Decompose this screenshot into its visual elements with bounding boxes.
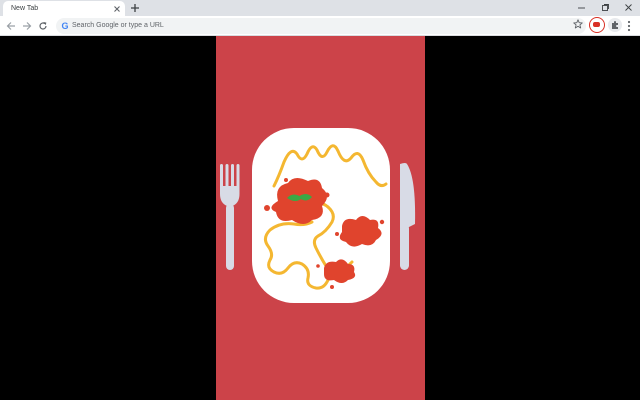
window-close-icon[interactable]: [624, 3, 633, 12]
google-icon: G: [61, 21, 69, 31]
spaghetti-panel: [216, 36, 425, 400]
close-icon[interactable]: [113, 5, 121, 13]
fork-icon: [220, 164, 240, 270]
more-vert-icon[interactable]: [627, 20, 631, 32]
tab-title: New Tab: [11, 5, 39, 12]
plus-icon[interactable]: [130, 3, 140, 13]
omnibox[interactable]: G Search Google or type a URL: [56, 18, 586, 34]
arrow-left-icon[interactable]: [6, 21, 16, 31]
star-icon[interactable]: [573, 19, 583, 29]
reload-icon[interactable]: [38, 21, 48, 31]
tab-new-tab[interactable]: New Tab: [3, 1, 125, 16]
restore-icon[interactable]: [601, 3, 610, 12]
minimize-icon[interactable]: [577, 3, 586, 12]
tomato-extension-icon[interactable]: [589, 17, 605, 33]
puzzle-icon[interactable]: [608, 18, 622, 32]
extension-dot: [593, 22, 600, 27]
arrow-right-icon[interactable]: [22, 21, 32, 31]
toolbar: G Search Google or type a URL: [0, 16, 640, 36]
spaghetti-plate-illustration: [220, 128, 416, 303]
knife-icon: [400, 163, 416, 270]
new-tab-page: [0, 36, 640, 400]
omnibox-placeholder: Search Google or type a URL: [72, 22, 164, 29]
tab-strip: New Tab: [0, 0, 640, 16]
